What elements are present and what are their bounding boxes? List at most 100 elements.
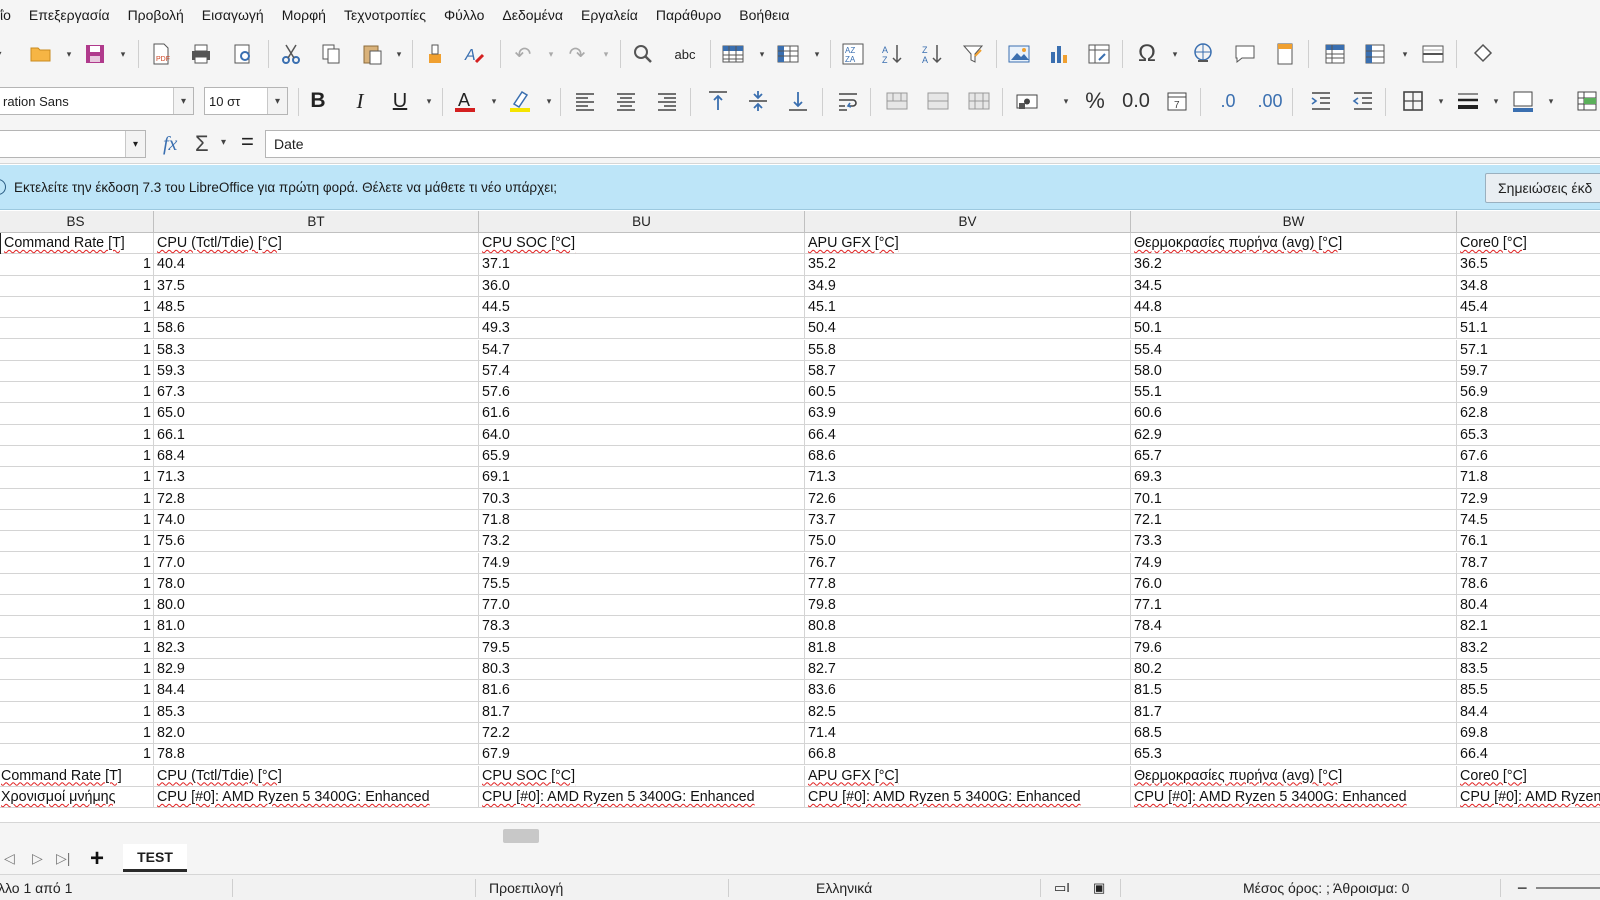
- menu-item-9[interactable]: Παράθυρο: [647, 0, 730, 30]
- grid-cell[interactable]: 1: [0, 722, 154, 745]
- grid-cell[interactable]: 69.1: [479, 467, 805, 489]
- zoom-out-icon[interactable]: −: [1517, 875, 1528, 900]
- shapes-icon[interactable]: [1468, 39, 1498, 69]
- column-header[interactable]: BT: [154, 211, 479, 233]
- grid-cell[interactable]: 82.0: [154, 722, 479, 745]
- find-replace-icon[interactable]: [628, 39, 658, 69]
- grid-cell[interactable]: CPU [#0]: AMD Ryzen 5 3400G: Enhanced: [154, 786, 479, 809]
- grid-cell[interactable]: 1: [0, 382, 154, 404]
- pivot-table-icon[interactable]: [1084, 39, 1114, 69]
- grid-cell[interactable]: 75.6: [154, 531, 479, 553]
- paste-dropdown-icon[interactable]: ▾: [394, 49, 404, 59]
- grid-cell[interactable]: 73.3: [1131, 531, 1457, 553]
- grid-cell[interactable]: 34.9: [805, 275, 1131, 297]
- sort-descending-icon[interactable]: ZA: [918, 39, 948, 69]
- underline-button[interactable]: U: [385, 86, 415, 116]
- grid-cell[interactable]: 69.3: [1131, 467, 1457, 489]
- grid-cell[interactable]: CPU SOC [°C]: [479, 233, 805, 255]
- grid-cell[interactable]: 67.9: [479, 744, 805, 766]
- grid-cell[interactable]: 75.5: [479, 573, 805, 596]
- grid-cell[interactable]: 37.5: [154, 275, 479, 297]
- grid-cell[interactable]: 1: [0, 595, 154, 617]
- grid-cell[interactable]: 78.6: [1457, 574, 1600, 595]
- grid-cell[interactable]: Θερμοκρασίες πυρήνα (avg) [°C]: [1131, 233, 1457, 255]
- menu-item-4[interactable]: Μορφή: [273, 0, 335, 30]
- grid-cell[interactable]: 71.8: [479, 509, 805, 532]
- grid-cell[interactable]: 44.5: [479, 296, 805, 319]
- grid-cell[interactable]: 68.4: [154, 446, 479, 468]
- grid-cell[interactable]: 1: [0, 318, 154, 340]
- menu-item-0[interactable]: ΐο: [0, 0, 20, 30]
- grid-cell[interactable]: 58.3: [154, 339, 479, 361]
- grid-cell[interactable]: 74.9: [1131, 552, 1457, 574]
- add-sheet-icon[interactable]: +: [90, 845, 104, 873]
- highlight-dropdown-icon[interactable]: ▾: [544, 96, 554, 106]
- grid-cell[interactable]: 1: [0, 339, 154, 361]
- open-folder-icon[interactable]: [26, 39, 56, 69]
- grid-cell[interactable]: 1: [0, 424, 154, 446]
- special-character-dropdown-icon[interactable]: ▾: [1170, 49, 1180, 59]
- grid-cell[interactable]: 35.2: [805, 254, 1131, 276]
- grid-cell[interactable]: 65.9: [479, 446, 805, 468]
- freeze-dropdown-icon[interactable]: ▾: [1400, 49, 1410, 59]
- merge-center-icon[interactable]: [882, 86, 912, 116]
- column-header[interactable]: [1457, 211, 1600, 233]
- define-print-area-icon[interactable]: [1320, 39, 1350, 69]
- grid-cell[interactable]: 71.4: [805, 722, 1131, 745]
- grid-cell[interactable]: 80.8: [805, 616, 1131, 638]
- grid-cell[interactable]: 36.2: [1131, 254, 1457, 276]
- copy-icon[interactable]: [316, 39, 346, 69]
- sort-ascending-icon[interactable]: AZ: [878, 39, 908, 69]
- save-icon[interactable]: [80, 39, 110, 69]
- redo-icon[interactable]: ↷: [562, 39, 592, 69]
- grid-cell[interactable]: Core0 [°C]: [1457, 766, 1600, 787]
- grid-cell[interactable]: 67.6: [1457, 446, 1600, 467]
- align-center-icon[interactable]: [611, 86, 641, 116]
- last-sheet-arrow-icon[interactable]: ▷|: [56, 850, 70, 867]
- menu-item-1[interactable]: Επεξεργασία: [20, 0, 119, 30]
- selection-mode-icon[interactable]: ▭I: [1054, 875, 1070, 900]
- grid-cell[interactable]: 72.2: [479, 722, 805, 745]
- sum-dropdown-icon[interactable]: ▾: [221, 137, 226, 148]
- grid-cell[interactable]: 70.3: [479, 488, 805, 510]
- conditional-format-icon[interactable]: [1572, 86, 1600, 116]
- bold-button[interactable]: B: [303, 86, 333, 116]
- sort-icon[interactable]: AZ ZA: [838, 39, 868, 69]
- grid-cell[interactable]: 84.4: [1457, 702, 1600, 723]
- grid-cell[interactable]: 45.1: [805, 296, 1131, 319]
- grid-cell[interactable]: 1: [0, 509, 154, 532]
- grid-cell[interactable]: 69.8: [1457, 723, 1600, 744]
- grid-cell[interactable]: CPU SOC [°C]: [479, 765, 805, 787]
- formula-equals-icon[interactable]: =: [241, 129, 254, 155]
- grid-cell[interactable]: 77.0: [479, 595, 805, 617]
- column-header[interactable]: BS: [0, 211, 154, 233]
- next-sheet-arrow-icon[interactable]: ▷: [32, 850, 43, 867]
- grid-cell[interactable]: 65.3: [1131, 744, 1457, 766]
- grid-cell[interactable]: 74.5: [1457, 510, 1600, 531]
- grid-cell[interactable]: 72.1: [1131, 509, 1457, 532]
- grid-cell[interactable]: 50.1: [1131, 318, 1457, 340]
- grid-cell[interactable]: Θερμοκρασίες πυρήνα (avg) [°C]: [1131, 765, 1457, 787]
- percent-format-button[interactable]: %: [1080, 86, 1110, 116]
- add-decimal-button[interactable]: .0: [1210, 86, 1246, 116]
- align-bottom-icon[interactable]: [783, 86, 813, 116]
- grid-cell[interactable]: 82.9: [154, 659, 479, 681]
- grid-cell[interactable]: 65.0: [154, 403, 479, 425]
- grid-cell[interactable]: 76.0: [1131, 573, 1457, 596]
- hyperlink-icon[interactable]: [1188, 39, 1218, 69]
- borders-icon[interactable]: [1398, 86, 1428, 116]
- grid-cell[interactable]: 62.8: [1457, 403, 1600, 424]
- grid-cell[interactable]: 58.6: [154, 318, 479, 340]
- grid-cell[interactable]: 66.8: [805, 744, 1131, 766]
- grid-cell[interactable]: Command Rate [T]: [0, 765, 154, 787]
- grid-cell[interactable]: 77.1: [1131, 595, 1457, 617]
- grid-cell[interactable]: 60.6: [1131, 403, 1457, 425]
- grid-cell[interactable]: 56.9: [1457, 382, 1600, 403]
- grid-cell[interactable]: 82.5: [805, 701, 1131, 723]
- grid-cell[interactable]: 84.4: [154, 680, 479, 702]
- grid-cell[interactable]: 51.1: [1457, 318, 1600, 339]
- horizontal-scrollbar-thumb[interactable]: [503, 829, 539, 843]
- grid-cell[interactable]: 1: [0, 701, 154, 723]
- function-wizard-icon[interactable]: fx: [163, 133, 177, 156]
- grid-cell[interactable]: 34.5: [1131, 275, 1457, 297]
